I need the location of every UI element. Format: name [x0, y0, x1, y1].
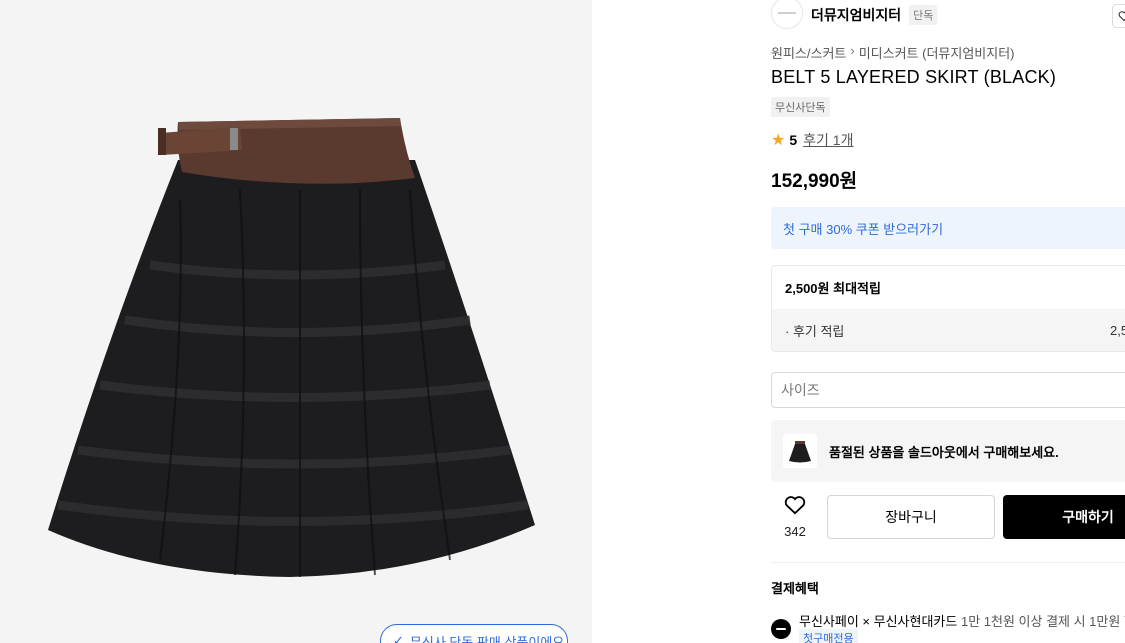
payment-benefit-item[interactable]: 무신사페이 × 무신사현대카드 1만 1천원 이상 결제 시 1만원 할인 첫구… — [771, 609, 1125, 643]
brand-like-button[interactable] — [1112, 4, 1125, 28]
card-brand-icon — [771, 619, 791, 639]
like-count: 342 — [784, 524, 806, 539]
payment-benefits-title: 결제혜택 — [771, 581, 819, 596]
soldout-banner[interactable]: 품절된 상품을 솔드아웃에서 구매해보세요. — [771, 420, 1125, 482]
first-purchase-tag: 첫구매전용 — [799, 629, 858, 643]
divider — [771, 562, 1125, 563]
breadcrumb-subcategory[interactable]: 미디스커트 (더뮤지엄비지터) — [859, 43, 1015, 62]
brand-name[interactable]: 더뮤지엄비지터 — [811, 5, 901, 25]
check-icon: ✓ — [393, 633, 404, 643]
points-max: 2,500원 최대적립 — [772, 266, 1125, 309]
points-box: 2,500원 최대적립 · 후기 적립 2,5 — [771, 265, 1125, 352]
brand-exclusive-badge: 단독 — [909, 5, 938, 25]
reviews-link[interactable]: 후기 1개 — [803, 130, 853, 150]
brand-logo[interactable] — [771, 0, 803, 29]
rating-score: 5 — [789, 132, 798, 148]
coupon-banner[interactable]: 첫 구매 30% 쿠폰 받으러가기 — [771, 207, 1125, 249]
points-review-value: 2,5 — [1110, 323, 1125, 338]
soldout-thumbnail — [783, 434, 817, 468]
star-icon: ★ — [771, 132, 786, 149]
breadcrumb: 원피스/스커트 › 미디스커트 (더뮤지엄비지터) — [771, 43, 1015, 62]
product-price: 152,990원 — [771, 171, 858, 192]
points-max-label: 2,500원 최대적립 — [785, 281, 881, 296]
coupon-label: 첫 구매 30% 쿠폰 받으러가기 — [783, 221, 944, 237]
rating-row: ★ 5 후기 1개 — [771, 130, 853, 150]
skirt-thumbnail-icon — [789, 441, 811, 463]
product-image — [48, 118, 535, 577]
product-image-panel: ✓ 무신사 단독 판매 상품이에요 — [0, 0, 592, 643]
size-select-placeholder: 사이즈 — [781, 382, 820, 398]
exclusive-label: 무신사 단독 판매 상품이에요 — [409, 634, 565, 643]
buy-button[interactable]: 구매하기 — [1003, 495, 1125, 539]
payment-benefit-text: 무신사페이 × 무신사현대카드 1만 1천원 이상 결제 시 1만원 할인 — [799, 611, 1125, 630]
heart-icon — [1118, 11, 1125, 22]
benefit-detail: 1만 1천원 이상 결제 시 1만원 할인 — [960, 614, 1125, 629]
soldout-text: 품절된 상품을 솔드아웃에서 구매해보세요. — [829, 444, 1059, 460]
exclusive-badge[interactable]: ✓ 무신사 단독 판매 상품이에요 — [380, 624, 568, 643]
purchase-actions: 342 장바구니 구매하기 — [771, 495, 1125, 539]
points-review-row: · 후기 적립 2,5 — [772, 309, 1125, 351]
exclusive-tag: 무신사단독 — [771, 97, 830, 117]
chevron-right-icon: › — [850, 43, 855, 58]
product-title: BELT 5 LAYERED SKIRT (BLACK) — [771, 67, 1057, 87]
brand-row[interactable]: 더뮤지엄비지터 단독 — [771, 0, 1125, 30]
product-info-panel: 더뮤지엄비지터 단독 원피스/스커트 › 미디스커트 (더뮤지엄비지터) BEL… — [771, 0, 1125, 643]
heart-icon — [784, 496, 806, 515]
like-button[interactable]: 342 — [771, 495, 819, 539]
size-select[interactable]: 사이즈 — [771, 372, 1125, 408]
add-to-cart-button[interactable]: 장바구니 — [827, 495, 995, 539]
benefit-name: 무신사페이 × 무신사현대카드 — [799, 614, 958, 629]
breadcrumb-category[interactable]: 원피스/스커트 — [771, 43, 846, 62]
points-review-label: · 후기 적립 — [785, 324, 845, 339]
